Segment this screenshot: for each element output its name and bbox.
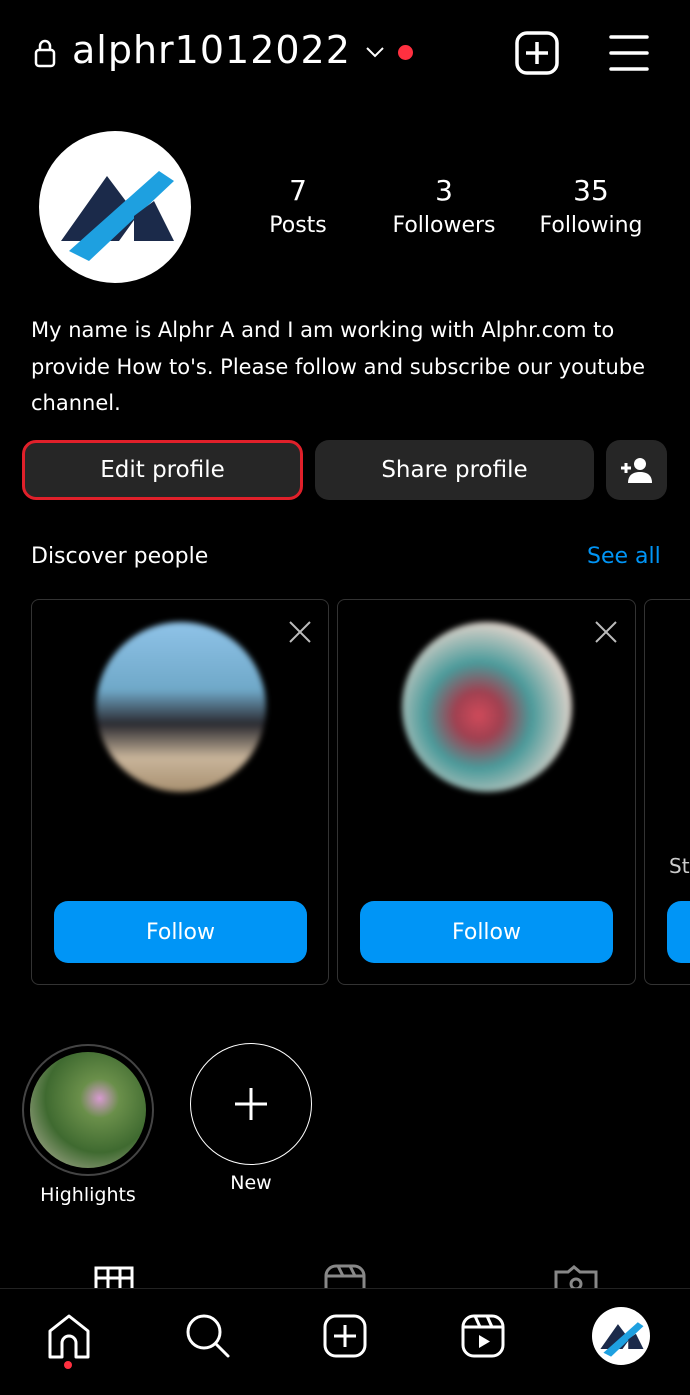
bio: My name is Alphr A and I am working with… [31,318,646,415]
plus-icon [235,1088,267,1120]
suggestion-card: Follow [31,599,329,985]
suggestion-card: Follow [337,599,636,985]
stat-following[interactable]: 35 Following [526,174,656,238]
followers-label: Followers [392,213,496,238]
chevron-down-icon[interactable] [365,46,385,58]
profile-tab-avatar[interactable] [592,1307,650,1365]
edit-profile-button[interactable]: Edit profile [22,440,303,500]
add-person-icon [620,458,652,483]
stat-followers[interactable]: 3 Followers [379,174,509,238]
suggestion-card: St [644,599,690,985]
highlight-cover [30,1052,146,1168]
lock-icon [34,39,56,68]
alphr-logo [600,1322,644,1357]
suggestion-avatar[interactable] [402,622,572,792]
suggestion-subtitle: St [669,854,690,878]
close-icon[interactable] [288,620,312,644]
follow-button[interactable]: Follow [360,901,613,963]
create-icon[interactable] [515,31,559,75]
bottom-navigation [0,1288,690,1395]
menu-icon[interactable] [609,33,649,73]
alphr-logo [61,171,174,261]
create-post-icon[interactable] [323,1314,367,1358]
home-notification-dot [64,1361,72,1369]
share-profile-button[interactable]: Share profile [315,440,594,500]
follow-button[interactable]: Follow [54,901,307,963]
suggestion-avatar[interactable] [96,622,266,792]
highlight-item[interactable] [22,1044,154,1176]
highlight-label: Highlights [40,1184,136,1206]
home-icon[interactable] [47,1313,91,1359]
see-all-link[interactable]: See all [587,544,661,569]
new-highlight-label: New [230,1172,272,1194]
tagged-tab-icon[interactable] [554,1264,598,1288]
grid-tab-icon[interactable] [94,1266,134,1288]
username[interactable]: alphr1012022 [72,28,351,72]
profile-avatar[interactable] [39,131,191,283]
followers-count: 3 [435,174,453,207]
stat-posts[interactable]: 7 Posts [233,174,363,238]
discover-people-button[interactable] [606,440,667,500]
notification-dot [398,45,413,60]
following-label: Following [539,213,643,238]
new-highlight-button[interactable] [190,1043,312,1165]
posts-label: Posts [269,213,327,238]
search-icon[interactable] [185,1313,231,1359]
reels-tab-icon[interactable] [324,1264,366,1288]
follow-button[interactable] [667,901,690,963]
discover-title: Discover people [31,544,209,569]
reels-icon[interactable] [461,1314,505,1358]
following-count: 35 [573,174,609,207]
close-icon[interactable] [594,620,618,644]
posts-count: 7 [289,174,307,207]
